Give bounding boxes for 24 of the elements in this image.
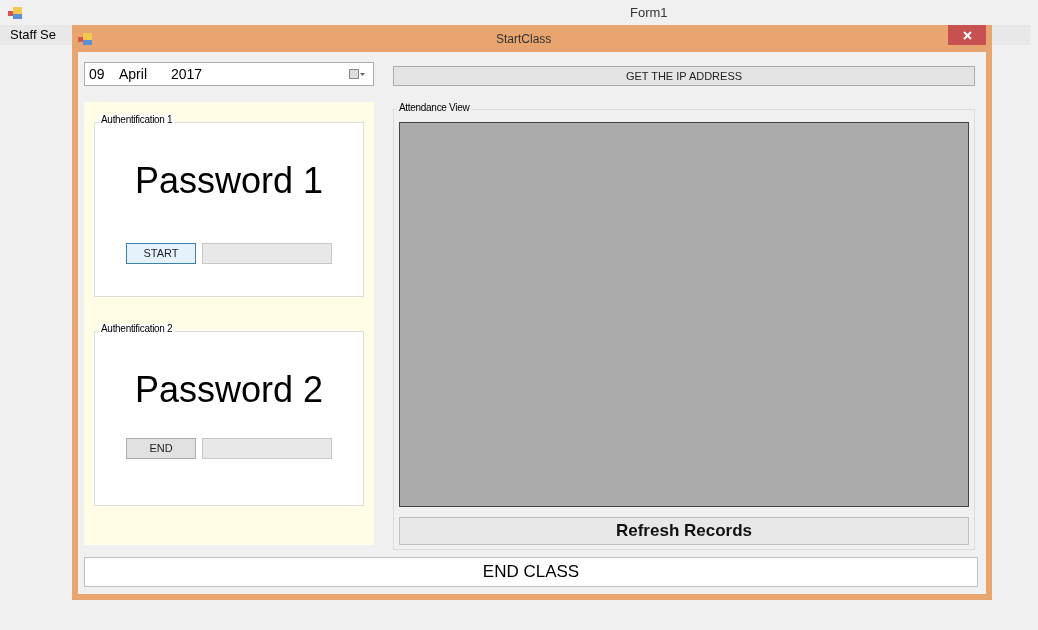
date-year: 2017 — [171, 64, 203, 84]
app-icon — [8, 6, 22, 19]
password-heading: Password 2 — [134, 372, 324, 408]
text-field[interactable] — [202, 438, 332, 459]
group-caption: Authentification 2 — [99, 324, 175, 334]
dialog-title: StartClass — [496, 30, 552, 48]
date-picker[interactable]: 09 April 2017 — [84, 62, 374, 86]
ip-button[interactable]: GET THE IP ADDRESS — [393, 66, 975, 86]
date-month: April — [119, 64, 148, 84]
text-field[interactable] — [202, 243, 332, 264]
password-heading: Password 1 — [134, 163, 324, 199]
group-caption: Authentification 1 — [99, 115, 175, 125]
close-icon — [962, 30, 972, 40]
window-title: Form1 — [630, 3, 668, 22]
auth-button[interactable]: END — [126, 438, 196, 459]
refresh-button[interactable]: Refresh Records — [399, 517, 969, 545]
date-day: 09 — [89, 63, 119, 85]
close-button[interactable] — [948, 25, 986, 45]
menu-item[interactable]: Staff Se — [0, 25, 66, 45]
calendar-icon — [349, 69, 365, 79]
group-caption: Attendance View — [397, 103, 472, 113]
end-class-button[interactable]: END CLASS — [84, 557, 978, 587]
app-icon — [78, 32, 92, 45]
auth-button[interactable]: START — [126, 243, 196, 264]
